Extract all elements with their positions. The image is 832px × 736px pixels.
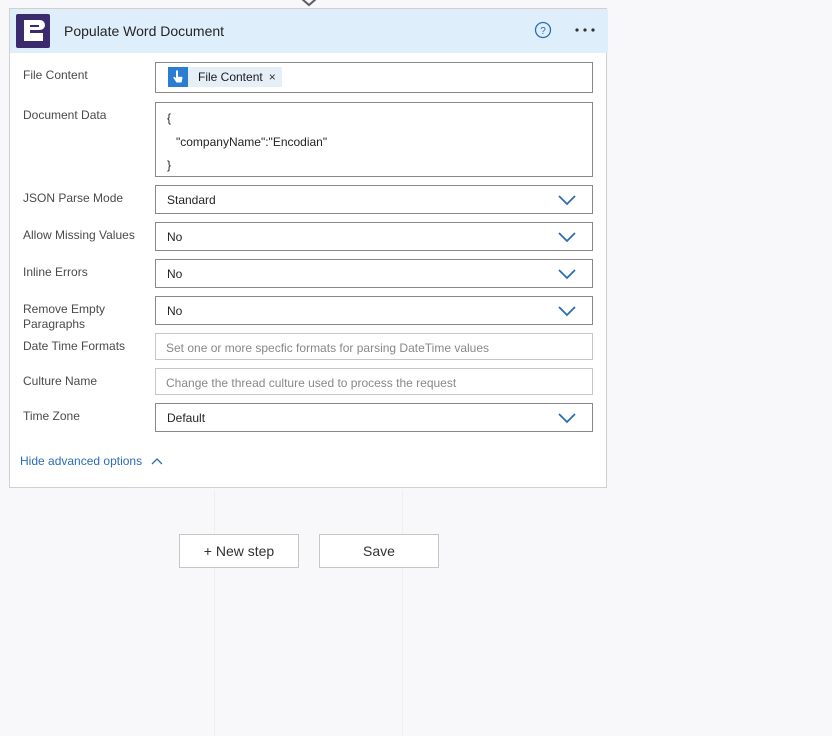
culture-name-input[interactable]: Change the thread culture used to proces…	[155, 368, 593, 395]
background-line	[402, 490, 403, 736]
code-line: {	[167, 111, 172, 125]
select-value: Standard	[167, 193, 216, 207]
card-header[interactable]: Populate Word Document ?	[10, 9, 608, 53]
chevron-up-icon	[151, 458, 163, 465]
label-line: Remove Empty	[23, 302, 106, 316]
more-options-icon[interactable]	[572, 21, 600, 39]
code-line: }	[167, 158, 172, 172]
advanced-toggle-label: Hide advanced options	[20, 454, 143, 468]
input-placeholder: Set one or more specfic formats for pars…	[166, 341, 490, 355]
culture-name-label: Culture Name	[23, 374, 98, 388]
file-content-token[interactable]: File Content ×	[168, 67, 282, 87]
document-data-label: Document Data	[23, 108, 107, 122]
label-line: Paragraphs	[23, 317, 86, 331]
time-zone-label: Time Zone	[23, 409, 80, 423]
action-card: Populate Word Document ? File Content Fi…	[9, 8, 608, 488]
new-step-button[interactable]: + New step	[179, 534, 299, 568]
date-time-formats-label: Date Time Formats	[23, 339, 126, 353]
code-line: "companyName":"Encodian"	[176, 135, 328, 149]
chevron-down-icon[interactable]	[558, 412, 576, 424]
chevron-down-icon[interactable]	[558, 305, 576, 317]
manual-trigger-icon	[168, 67, 188, 87]
file-content-label: File Content	[23, 68, 88, 82]
allow-missing-values-select[interactable]: No	[155, 222, 593, 251]
connector-arrow-icon	[301, 0, 317, 7]
select-value: Default	[167, 411, 206, 425]
chevron-down-icon[interactable]	[558, 268, 576, 280]
hide-advanced-options-link[interactable]: Hide advanced options	[20, 454, 163, 468]
document-data-input[interactable]: { "companyName":"Encodian" }	[155, 102, 593, 177]
date-time-formats-input[interactable]: Set one or more specfic formats for pars…	[155, 333, 593, 360]
help-circle-icon[interactable]: ?	[534, 21, 552, 39]
select-value: No	[167, 267, 183, 281]
background-line	[214, 490, 215, 736]
inline-errors-select[interactable]: No	[155, 259, 593, 288]
allow-missing-values-label: Allow Missing Values	[23, 228, 135, 242]
token-remove-icon[interactable]: ×	[269, 71, 276, 83]
select-value: No	[167, 304, 183, 318]
chevron-down-icon[interactable]	[558, 194, 576, 206]
card-title: Populate Word Document	[64, 23, 225, 39]
flow-designer-canvas: { "card": { "title": "Populate Word Docu…	[0, 0, 832, 736]
remove-empty-paragraphs-select[interactable]: No	[155, 296, 593, 325]
time-zone-select[interactable]: Default	[155, 403, 593, 432]
input-placeholder: Change the thread culture used to proces…	[166, 376, 457, 390]
file-content-input[interactable]: File Content ×	[155, 62, 593, 93]
inline-errors-label: Inline Errors	[23, 265, 88, 279]
json-parse-mode-label: JSON Parse Mode	[23, 191, 124, 205]
save-button[interactable]: Save	[319, 534, 439, 568]
encodian-logo-icon	[16, 14, 50, 48]
token-label: File Content	[198, 70, 263, 84]
svg-text:?: ?	[540, 26, 546, 37]
select-value: No	[167, 230, 183, 244]
json-parse-mode-select[interactable]: Standard	[155, 185, 593, 214]
chevron-down-icon[interactable]	[558, 231, 576, 243]
remove-empty-paragraphs-label: Remove Empty Paragraphs	[23, 302, 105, 332]
